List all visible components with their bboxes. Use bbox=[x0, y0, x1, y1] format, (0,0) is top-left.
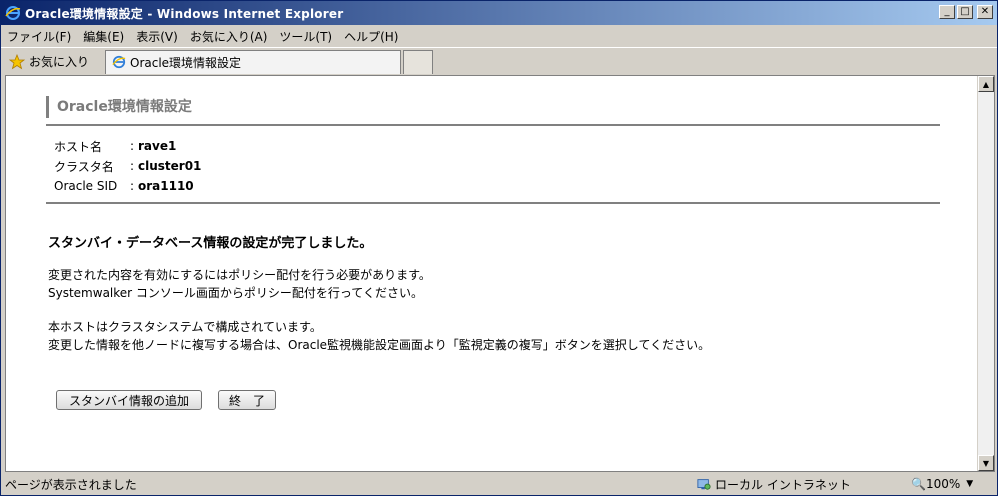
zoom-level: 100% bbox=[925, 477, 961, 491]
menu-edit[interactable]: 編集(E) bbox=[77, 28, 130, 45]
policy-line-1: 変更された内容を有効にするにはポリシー配付を行う必要があります。 bbox=[48, 268, 431, 282]
zone-label: ローカル イントラネット bbox=[715, 477, 851, 492]
favorites-button[interactable]: お気に入り bbox=[1, 53, 97, 70]
menu-file[interactable]: ファイル(F) bbox=[1, 28, 77, 45]
host-label: ホスト名 bbox=[54, 139, 103, 154]
status-bar: ページが表示されました ローカル イントラネット 🔍 100% ▼ bbox=[1, 473, 997, 495]
tab-label: Oracle環境情報設定 bbox=[130, 55, 242, 70]
cluster-label: クラスタ名 bbox=[54, 159, 114, 174]
scroll-down-icon[interactable]: ▼ bbox=[978, 455, 994, 471]
content-frame: Oracle環境情報設定 ホスト名 : rave1 クラスタ名 : cluste… bbox=[5, 75, 995, 472]
zoom-icon: 🔍 bbox=[911, 477, 926, 491]
info-row-host: ホスト名 : rave1 bbox=[54, 136, 201, 156]
page-title: Oracle環境情報設定 bbox=[46, 96, 192, 118]
exit-button[interactable]: 終 了 bbox=[218, 390, 276, 410]
menu-view[interactable]: 表示(V) bbox=[130, 28, 184, 45]
menu-favorites[interactable]: お気に入り(A) bbox=[184, 28, 274, 45]
zoom-control[interactable]: 🔍 100% ▼ bbox=[911, 475, 973, 493]
window-controls: _ □ ✕ bbox=[939, 5, 993, 19]
heading-section: Oracle環境情報設定 bbox=[46, 96, 940, 126]
add-standby-button[interactable]: スタンバイ情報の追加 bbox=[56, 390, 202, 410]
vertical-scrollbar[interactable]: ▲ ▼ bbox=[977, 76, 994, 471]
menu-bar: ファイル(F) 編集(E) 表示(V) お気に入り(A) ツール(T) ヘルプ(… bbox=[1, 25, 997, 47]
sid-sep: : bbox=[130, 179, 135, 193]
cluster-line-2: 変更した情報を他ノードに複写する場合は、Oracle監視機能設定画面より「監視定… bbox=[48, 338, 711, 352]
browser-window: Oracle環境情報設定 - Windows Internet Explorer… bbox=[0, 0, 998, 496]
ie-icon bbox=[5, 6, 21, 20]
title-bar: Oracle環境情報設定 - Windows Internet Explorer… bbox=[1, 1, 997, 25]
policy-line-2: Systemwalker コンソール画面からポリシー配付を行ってください。 bbox=[48, 286, 423, 300]
tab-bar: お気に入り Oracle環境情報設定 bbox=[1, 47, 997, 75]
ie-page-icon bbox=[112, 55, 126, 69]
sid-label: Oracle SID bbox=[54, 179, 118, 193]
security-zone: ローカル イントラネット bbox=[697, 475, 851, 493]
cluster-sep: : bbox=[130, 159, 135, 173]
favorites-label: お気に入り bbox=[29, 55, 90, 69]
info-row-sid: Oracle SID : ora1110 bbox=[54, 176, 201, 196]
policy-paragraph: 変更された内容を有効にするにはポリシー配付を行う必要があります。 Systemw… bbox=[48, 266, 431, 302]
divider bbox=[46, 202, 940, 204]
host-value: rave1 bbox=[138, 139, 177, 153]
info-row-cluster: クラスタ名 : cluster01 bbox=[54, 156, 201, 176]
new-tab-button[interactable] bbox=[403, 49, 433, 74]
completion-message: スタンバイ・データベース情報の設定が完了しました。 bbox=[48, 236, 373, 251]
page-content: Oracle環境情報設定 ホスト名 : rave1 クラスタ名 : cluste… bbox=[6, 76, 978, 471]
cluster-paragraph: 本ホストはクラスタシステムで構成されています。 変更した情報を他ノードに複写する… bbox=[48, 318, 710, 354]
status-text: ページが表示されました bbox=[5, 478, 137, 492]
minimize-button[interactable]: _ bbox=[939, 5, 955, 19]
menu-tools[interactable]: ツール(T) bbox=[273, 28, 338, 45]
menu-help[interactable]: ヘルプ(H) bbox=[338, 28, 404, 45]
scroll-up-icon[interactable]: ▲ bbox=[978, 76, 994, 92]
tab-oracle-settings[interactable]: Oracle環境情報設定 bbox=[105, 49, 401, 74]
host-sep: : bbox=[130, 139, 135, 153]
sid-value: ora1110 bbox=[138, 179, 194, 193]
close-button[interactable]: ✕ bbox=[977, 5, 993, 19]
intranet-icon bbox=[697, 479, 711, 490]
cluster-value: cluster01 bbox=[138, 159, 202, 173]
star-icon bbox=[9, 53, 25, 69]
chevron-down-icon: ▼ bbox=[966, 479, 974, 489]
info-table: ホスト名 : rave1 クラスタ名 : cluster01 Oracle SI… bbox=[54, 136, 201, 196]
maximize-button[interactable]: □ bbox=[957, 5, 973, 19]
cluster-line-1: 本ホストはクラスタシステムで構成されています。 bbox=[48, 320, 322, 334]
window-title: Oracle環境情報設定 - Windows Internet Explorer bbox=[25, 6, 344, 21]
